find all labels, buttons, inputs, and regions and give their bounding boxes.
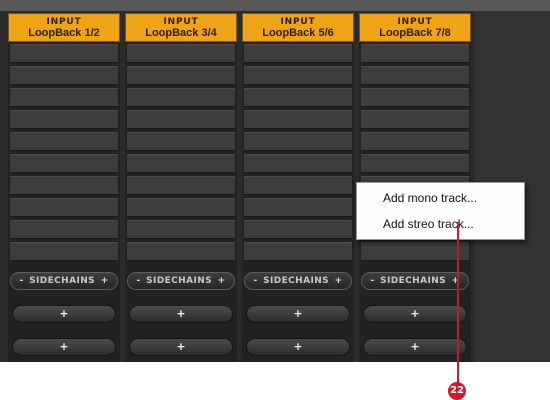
insert-slot[interactable] [127, 154, 235, 173]
sidechains-control[interactable]: - SIDECHAINS + [127, 272, 235, 290]
insert-slot[interactable] [244, 66, 352, 85]
channel-name: LoopBack 1/2 [28, 27, 100, 39]
insert-slot[interactable] [10, 44, 118, 63]
insert-slot[interactable] [127, 242, 235, 261]
insert-slot[interactable] [127, 220, 235, 239]
insert-slot[interactable] [10, 220, 118, 239]
callout-line [457, 222, 459, 383]
insert-slot[interactable] [244, 88, 352, 107]
insert-slot[interactable] [244, 220, 352, 239]
insert-slot[interactable] [10, 154, 118, 173]
sidechains-label: SIDECHAINS [263, 276, 330, 286]
insert-slot[interactable] [361, 44, 469, 63]
add-button[interactable]: + [246, 338, 350, 356]
insert-slot[interactable] [10, 132, 118, 151]
insert-slot[interactable] [10, 66, 118, 85]
insert-slot[interactable] [361, 66, 469, 85]
sidechains-label: SIDECHAINS [29, 276, 96, 286]
insert-slot[interactable] [127, 44, 235, 63]
add-button[interactable]: + [12, 305, 116, 323]
sidechain-add-button[interactable]: + [216, 276, 228, 286]
sidechain-add-button[interactable]: + [333, 276, 345, 286]
insert-slot[interactable] [244, 242, 352, 261]
add-button[interactable]: + [363, 305, 467, 323]
channel-type-label: INPUT [46, 17, 82, 27]
add-button[interactable]: + [12, 338, 116, 356]
insert-slot[interactable] [361, 110, 469, 129]
menu-item-add-stereo-track[interactable]: Add streo track... [357, 212, 524, 236]
mixer-window: INPUT LoopBack 1/2 - SIDECHAINS + + + IN… [0, 0, 550, 362]
insert-slot[interactable] [361, 154, 469, 173]
insert-slot[interactable] [244, 132, 352, 151]
channel-name: LoopBack 3/4 [145, 27, 217, 39]
sidechain-remove-button[interactable]: - [368, 276, 376, 286]
channel-strip-1: INPUT LoopBack 1/2 - SIDECHAINS + + + [8, 13, 120, 362]
insert-slot[interactable] [127, 132, 235, 151]
channel-header[interactable]: INPUT LoopBack 3/4 [125, 13, 237, 42]
insert-slot[interactable] [244, 154, 352, 173]
channel-strip-2: INPUT LoopBack 3/4 - SIDECHAINS + + + [125, 13, 237, 362]
insert-slot[interactable] [361, 132, 469, 151]
insert-slot[interactable] [127, 110, 235, 129]
insert-slot[interactable] [244, 110, 352, 129]
sidechain-add-button[interactable]: + [450, 276, 462, 286]
insert-slot[interactable] [244, 198, 352, 217]
insert-slot[interactable] [10, 198, 118, 217]
sidechains-control[interactable]: - SIDECHAINS + [10, 272, 118, 290]
insert-slot[interactable] [244, 176, 352, 195]
channel-header[interactable]: INPUT LoopBack 5/6 [242, 13, 354, 42]
mixer-top-strip [0, 0, 550, 11]
add-button[interactable]: + [129, 338, 233, 356]
sidechains-label: SIDECHAINS [380, 276, 447, 286]
context-menu: Add mono track... Add streo track... [356, 182, 525, 240]
callout-marker: 22 [448, 382, 466, 400]
channel-name: LoopBack 7/8 [379, 27, 451, 39]
channel-header[interactable]: INPUT LoopBack 7/8 [359, 13, 471, 42]
menu-item-add-mono-track[interactable]: Add mono track... [357, 186, 524, 210]
channel-type-label: INPUT [280, 17, 316, 27]
sidechain-add-button[interactable]: + [99, 276, 111, 286]
channel-type-label: INPUT [397, 17, 433, 27]
channel-type-label: INPUT [163, 17, 199, 27]
insert-slot[interactable] [10, 110, 118, 129]
sidechains-label: SIDECHAINS [146, 276, 213, 286]
add-button[interactable]: + [129, 305, 233, 323]
insert-slot[interactable] [10, 242, 118, 261]
insert-slot[interactable] [127, 88, 235, 107]
channel-header[interactable]: INPUT LoopBack 1/2 [8, 13, 120, 42]
sidechain-remove-button[interactable]: - [134, 276, 142, 286]
channel-strip-3: INPUT LoopBack 5/6 - SIDECHAINS + + + [242, 13, 354, 362]
sidechain-remove-button[interactable]: - [251, 276, 259, 286]
insert-slot[interactable] [127, 66, 235, 85]
insert-slot[interactable] [127, 176, 235, 195]
insert-slot[interactable] [127, 198, 235, 217]
insert-slot[interactable] [10, 88, 118, 107]
add-button[interactable]: + [246, 305, 350, 323]
insert-slot[interactable] [10, 176, 118, 195]
insert-slot[interactable] [361, 242, 469, 261]
insert-slot[interactable] [361, 88, 469, 107]
channel-name: LoopBack 5/6 [262, 27, 334, 39]
insert-slot[interactable] [244, 44, 352, 63]
sidechain-remove-button[interactable]: - [17, 276, 25, 286]
add-button[interactable]: + [363, 338, 467, 356]
sidechains-control[interactable]: - SIDECHAINS + [361, 272, 469, 290]
sidechains-control[interactable]: - SIDECHAINS + [244, 272, 352, 290]
